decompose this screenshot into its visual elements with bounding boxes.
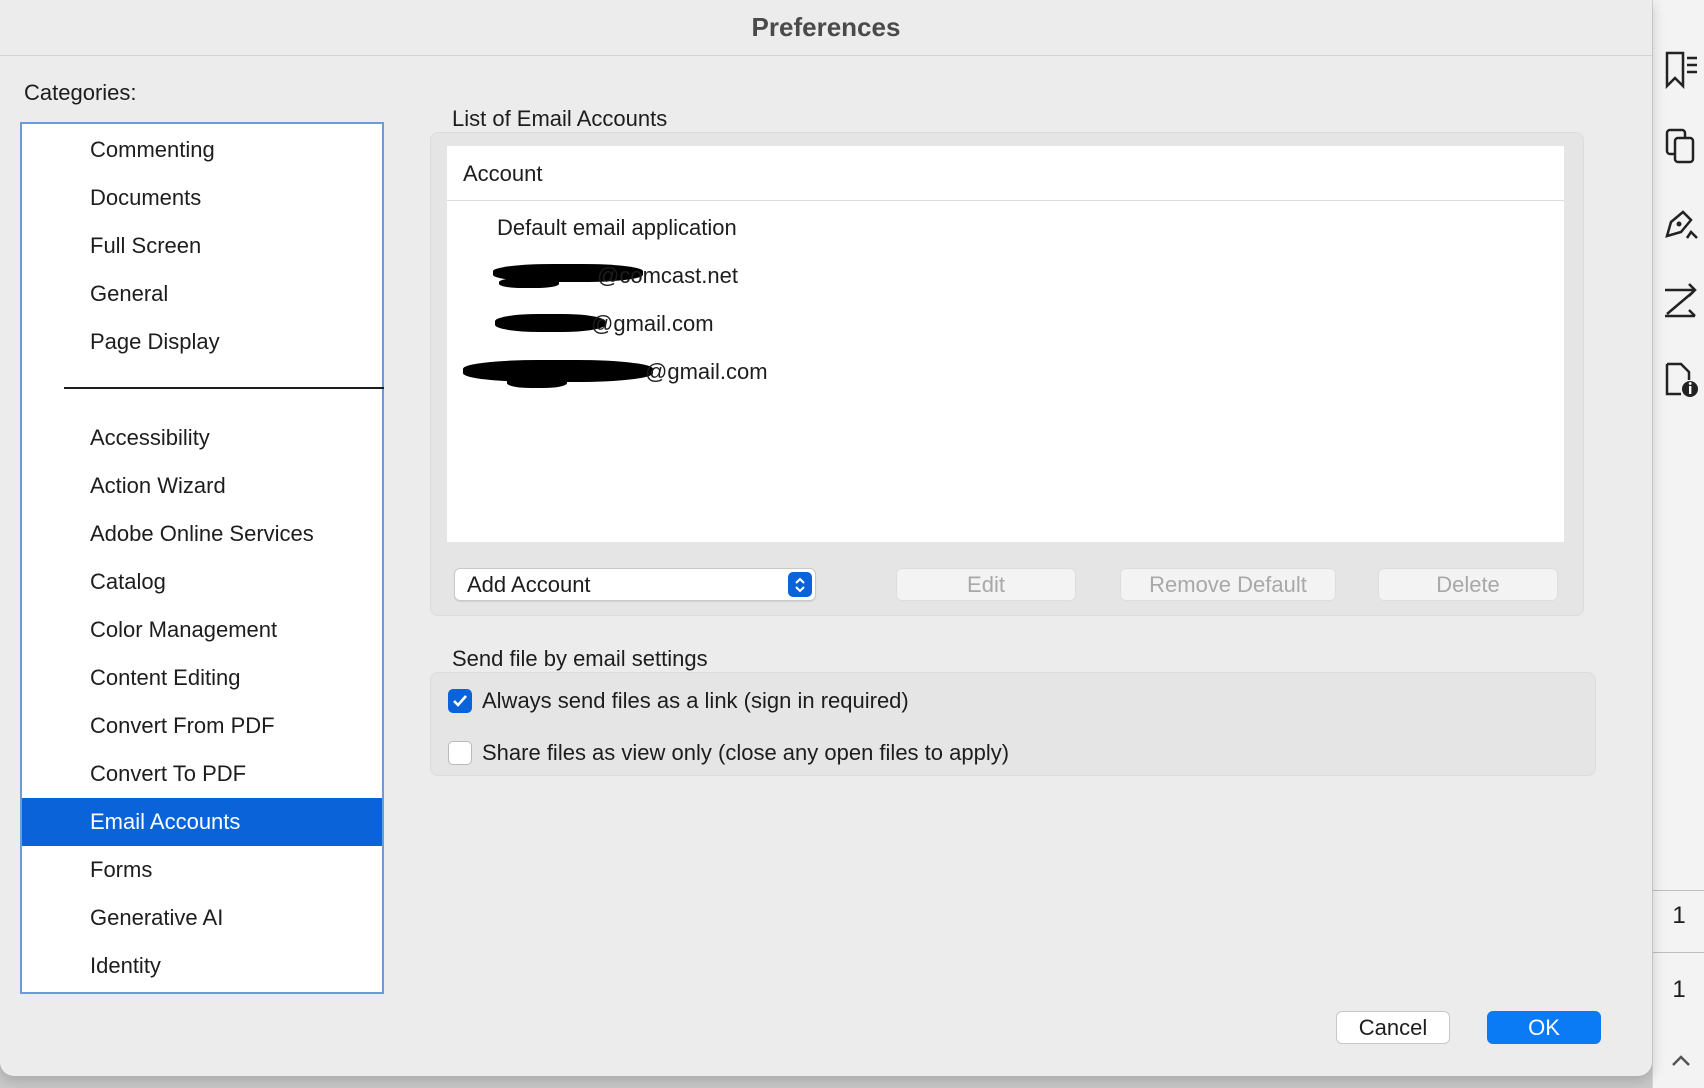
category-full-screen[interactable]: Full Screen xyxy=(22,222,382,270)
category-color-management[interactable]: Color Management xyxy=(22,606,382,654)
strip-divider xyxy=(1653,890,1704,891)
preferences-dialog: Preferences Categories: Commenting Docum… xyxy=(0,0,1652,1076)
page-count: 1 xyxy=(1672,976,1686,1003)
chevron-up-icon[interactable] xyxy=(1661,1046,1701,1076)
category-convert-to-pdf[interactable]: Convert To PDF xyxy=(22,750,382,798)
account-row[interactable]: @gmail.com xyxy=(447,300,1564,348)
edit-button[interactable]: Edit xyxy=(896,568,1076,601)
redaction-mark xyxy=(499,278,559,288)
email-accounts-section-label: List of Email Accounts xyxy=(452,106,668,131)
right-tool-strip: 1 1 xyxy=(1652,0,1704,1088)
add-account-select[interactable]: Add Account xyxy=(454,568,816,601)
page-number: 1 xyxy=(1672,902,1686,929)
redaction-mark xyxy=(495,314,605,332)
dialog-title: Preferences xyxy=(751,12,901,42)
accounts-table[interactable]: Account Default email application @comca… xyxy=(447,146,1564,542)
category-action-wizard[interactable]: Action Wizard xyxy=(22,462,382,510)
account-row[interactable]: @comcast.net xyxy=(447,252,1564,300)
title-bar: Preferences xyxy=(0,0,1652,56)
sign-icon[interactable] xyxy=(1661,204,1701,244)
categories-list[interactable]: Commenting Documents Full Screen General… xyxy=(20,122,384,994)
account-name: Default email application xyxy=(497,215,737,240)
category-documents[interactable]: Documents xyxy=(22,174,382,222)
delete-button[interactable]: Delete xyxy=(1378,568,1558,601)
remove-default-button[interactable]: Remove Default xyxy=(1120,568,1336,601)
pages-icon[interactable] xyxy=(1661,126,1701,166)
send-settings-section-label: Send file by email settings xyxy=(452,646,708,671)
compare-icon[interactable] xyxy=(1661,282,1701,322)
always-send-link-option[interactable]: Always send files as a link (sign in req… xyxy=(448,688,909,714)
categories-label: Categories: xyxy=(24,80,137,105)
account-name: @comcast.net xyxy=(597,263,738,288)
redaction-mark xyxy=(507,376,567,388)
category-content-editing[interactable]: Content Editing xyxy=(22,654,382,702)
file-info-icon[interactable] xyxy=(1661,360,1701,400)
account-row[interactable]: @gmail.com xyxy=(447,348,1564,396)
category-generative-ai[interactable]: Generative AI xyxy=(22,894,382,942)
always-send-link-label: Always send files as a link (sign in req… xyxy=(482,688,909,713)
category-accessibility[interactable]: Accessibility xyxy=(22,414,382,462)
account-name: @gmail.com xyxy=(645,359,768,384)
account-column-header[interactable]: Account xyxy=(447,146,1564,201)
view-only-option[interactable]: Share files as view only (close any open… xyxy=(448,740,1009,766)
cancel-button[interactable]: Cancel xyxy=(1336,1011,1450,1044)
category-convert-from-pdf[interactable]: Convert From PDF xyxy=(22,702,382,750)
account-name: @gmail.com xyxy=(591,311,714,336)
category-email-accounts[interactable]: Email Accounts xyxy=(22,798,382,846)
category-page-display[interactable]: Page Display xyxy=(22,318,382,366)
category-forms[interactable]: Forms xyxy=(22,846,382,894)
category-identity[interactable]: Identity xyxy=(22,942,382,990)
ok-button[interactable]: OK xyxy=(1487,1011,1601,1044)
category-general[interactable]: General xyxy=(22,270,382,318)
bookmark-icon[interactable] xyxy=(1661,50,1701,90)
category-adobe-online-services[interactable]: Adobe Online Services xyxy=(22,510,382,558)
category-catalog[interactable]: Catalog xyxy=(22,558,382,606)
strip-divider xyxy=(1653,952,1704,953)
account-row[interactable]: Default email application xyxy=(447,204,1564,252)
add-account-label: Add Account xyxy=(467,572,591,597)
always-send-link-checkbox[interactable] xyxy=(448,689,472,713)
view-only-label: Share files as view only (close any open… xyxy=(482,740,1010,765)
category-commenting[interactable]: Commenting xyxy=(22,126,382,174)
chevron-up-down-icon xyxy=(788,572,812,597)
view-only-checkbox[interactable] xyxy=(448,741,472,765)
category-divider xyxy=(64,387,384,389)
